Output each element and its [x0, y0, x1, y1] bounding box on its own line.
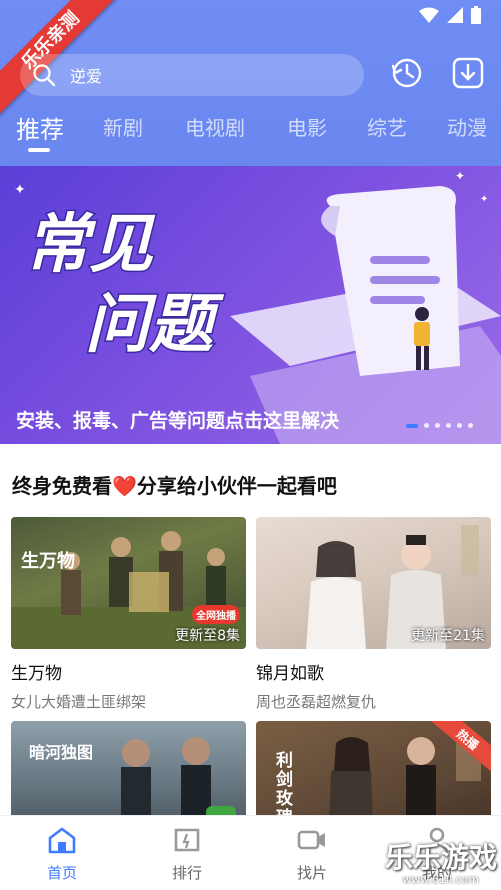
wifi-icon [419, 7, 439, 23]
tab-home[interactable]: 首页 [22, 826, 102, 883]
show-title[interactable]: 生万物 [11, 659, 246, 684]
show-card[interactable]: 更新至21集 锦月如歌 周也丞磊超燃复仇 [256, 517, 491, 712]
poster-title: 生万物 [21, 551, 75, 572]
ranking-icon [174, 828, 200, 852]
download-icon[interactable] [451, 56, 485, 90]
svg-text:✦: ✦ [480, 194, 488, 205]
history-icon[interactable] [390, 56, 424, 90]
carousel-dot[interactable] [446, 423, 451, 428]
show-subtitle: 女儿大婚遭土匪绑架 [11, 693, 147, 711]
show-card[interactable]: 生万物 全网独播 更新至8集 生万物 女儿大婚遭土匪绑架 [11, 517, 246, 712]
carousel-dot[interactable] [457, 423, 462, 428]
site-watermark-url: www.61ll.com [402, 873, 479, 886]
battery-icon [471, 6, 481, 24]
show-poster[interactable]: 生万物 全网独播 更新至8集 [11, 517, 246, 649]
tab-find[interactable]: 找片 [272, 826, 352, 883]
search-icon [33, 64, 56, 87]
show-title[interactable]: 锦月如歌 [256, 659, 491, 684]
show-subtitle: 周也丞磊超燃复仇 [256, 693, 377, 711]
svg-text:✦: ✦ [14, 182, 26, 198]
search-placeholder: 逆爱 [70, 67, 103, 86]
banner-illustration: ✦ ✦ ✦ 常见 问题 [14, 169, 501, 444]
top-header: 乐乐亲测 逆爱 推荐 新剧 电视剧 电影 综艺 动漫 [0, 0, 501, 166]
tab-anime[interactable]: 动漫 [447, 112, 487, 141]
tab-recommend[interactable]: 推荐 [16, 110, 64, 145]
carousel-dot[interactable] [435, 423, 440, 428]
tab-new-drama[interactable]: 新剧 [103, 112, 143, 141]
tab-home-label: 首页 [46, 864, 77, 882]
svg-text:✦: ✦ [455, 169, 465, 183]
show-poster[interactable]: 更新至21集 [256, 517, 491, 649]
banner-caption[interactable]: 安装、报毒、广告等问题点击这里解决 [16, 406, 339, 433]
home-icon [48, 827, 76, 854]
tab-find-label: 找片 [296, 864, 327, 882]
carousel-dot[interactable] [406, 423, 418, 428]
episode-update: 更新至8集 [175, 628, 240, 644]
video-icon [297, 830, 325, 850]
carousel-dot[interactable] [468, 423, 473, 428]
tab-movies[interactable]: 电影 [287, 112, 327, 141]
tab-variety[interactable]: 综艺 [367, 112, 407, 141]
site-watermark: 乐乐游戏 [384, 841, 497, 874]
carousel-dots [406, 423, 473, 428]
signal-icon [447, 7, 463, 23]
tab-ranking-label: 排行 [171, 864, 202, 882]
category-tabs: 推荐 新剧 电视剧 电影 综艺 动漫 [0, 112, 501, 152]
banner-headline-2: 问题 [85, 288, 225, 362]
faq-banner[interactable]: ✦ ✦ ✦ 常见 问题 [0, 166, 501, 444]
episode-update: 更新至21集 [411, 628, 485, 644]
active-tab-indicator [28, 148, 50, 152]
tab-tv-series[interactable]: 电视剧 [185, 112, 245, 141]
tab-ranking[interactable]: 排行 [147, 826, 227, 883]
carousel-dot[interactable] [424, 423, 429, 428]
banner-headline-1: 常见 [25, 208, 156, 282]
section-title: 终身免费看❤️分享给小伙伴一起看吧 [12, 474, 337, 498]
search-bar[interactable]: 逆爱 [20, 54, 364, 96]
poster-title: 暗河独图 [29, 743, 94, 762]
exclusive-badge: 全网独播 [192, 605, 240, 624]
